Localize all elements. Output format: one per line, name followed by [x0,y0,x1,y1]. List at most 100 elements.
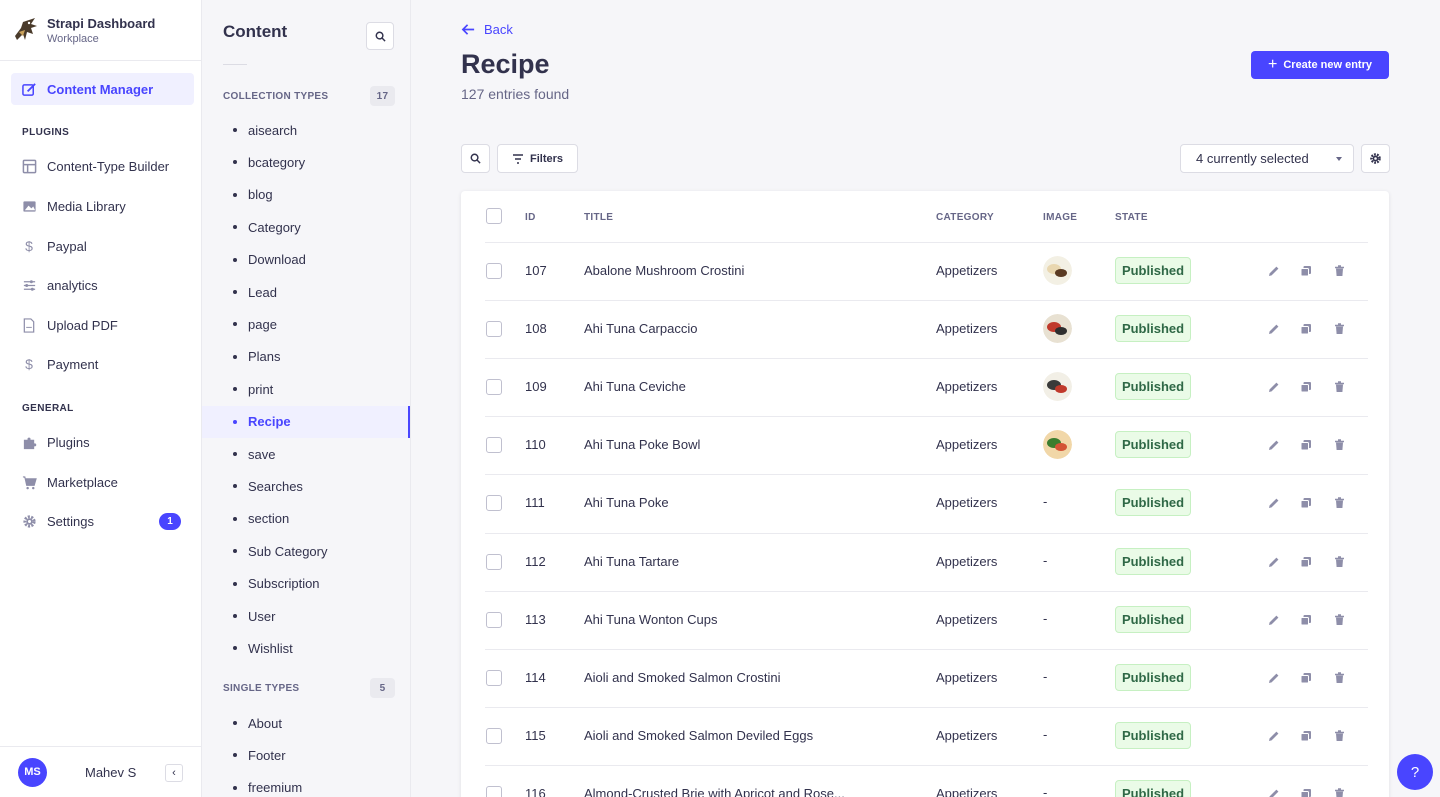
subnav-item-sub-category[interactable]: Sub Category [202,535,410,567]
table-row[interactable]: 107 Abalone Mushroom Crostini Appetizers Pu… [461,242,1389,300]
cell-title: Abalone Mushroom Crostini [584,263,745,278]
row-checkbox[interactable] [486,437,502,454]
subnav-item-category[interactable]: Category [202,211,410,243]
subnav-search-button[interactable] [366,22,394,50]
nav-item-marketplace[interactable]: Marketplace [21,470,191,494]
table-row[interactable]: 113 Ahi Tuna Wonton Cups Appetizers - Publis… [461,590,1389,649]
row-checkbox[interactable] [486,553,502,570]
subnav-item-subscription[interactable]: Subscription [202,568,410,600]
subnav-item-print[interactable]: print [202,373,410,405]
delete-button[interactable] [1332,496,1346,510]
single-types-header[interactable]: SINGLE TYPES 5 [223,678,395,698]
nav-item-plugins[interactable]: Plugins [21,430,191,454]
nav-item-payment[interactable]: $ Payment [21,352,191,376]
subnav-item-plans[interactable]: Plans [202,341,410,373]
subnav-item-aisearch[interactable]: aisearch [202,114,410,146]
avatar[interactable]: MS [18,757,47,787]
table-row[interactable]: 114 Aioli and Smoked Salmon Crostini Appet… [461,648,1389,707]
table-row[interactable]: 116 Almond-Crusted Brie with Apricot and … [461,764,1389,797]
column-header-state[interactable]: STATE [1115,212,1148,223]
edit-button[interactable] [1267,555,1281,569]
duplicate-button[interactable] [1299,264,1313,278]
select-all-checkbox[interactable] [486,208,502,224]
subnav-item-section[interactable]: section [202,503,410,535]
delete-button[interactable] [1332,264,1346,278]
subnav-item-searches[interactable]: Searches [202,470,410,502]
subnav-item-recipe[interactable]: Recipe [202,405,410,438]
table-row[interactable]: 111 Ahi Tuna Poke Appetizers - Published [461,474,1389,532]
table-row[interactable]: 112 Ahi Tuna Tartare Appetizers - Published [461,532,1389,591]
subnav-item-download[interactable]: Download [202,244,410,276]
delete-button[interactable] [1332,671,1346,685]
column-header-title[interactable]: TITLE [584,212,613,223]
duplicate-button[interactable] [1299,729,1313,743]
table-settings-button[interactable] [1361,144,1390,173]
column-header-category[interactable]: CATEGORY [936,212,994,223]
delete-button[interactable] [1332,729,1346,743]
subnav-item-user[interactable]: User [202,600,410,632]
duplicate-button[interactable] [1299,613,1313,627]
subnav-item-page[interactable]: page [202,308,410,340]
duplicate-button[interactable] [1299,496,1313,510]
duplicate-button[interactable] [1299,671,1313,685]
delete-button[interactable] [1332,380,1346,394]
table-row[interactable]: 115 Aioli and Smoked Salmon Deviled Eggs A… [461,706,1389,765]
delete-button[interactable] [1332,555,1346,569]
edit-button[interactable] [1267,438,1281,452]
subnav-item-bcategory[interactable]: bcategory [202,146,410,178]
edit-button[interactable] [1267,671,1281,685]
delete-button[interactable] [1332,438,1346,452]
subnav-item-save[interactable]: save [202,438,410,470]
row-checkbox[interactable] [486,321,502,338]
table-row[interactable]: 108 Ahi Tuna Carpaccio Appetizers Published [461,300,1389,358]
user-name[interactable]: Mahev S [85,765,136,780]
row-checkbox[interactable] [486,785,502,797]
duplicate-button[interactable] [1299,787,1313,797]
edit-button[interactable] [1267,496,1281,510]
row-checkbox[interactable] [486,727,502,744]
filters-button[interactable]: Filters [497,144,578,173]
table-row[interactable]: 110 Ahi Tuna Poke Bowl Appetizers Published [461,416,1389,474]
nav-item-paypal[interactable]: $ Paypal [21,234,191,258]
subnav-item-footer[interactable]: Footer [202,739,410,771]
row-checkbox[interactable] [486,379,502,396]
subnav-item-about[interactable]: About [202,707,410,739]
duplicate-button[interactable] [1299,322,1313,336]
nav-item-upload-pdf[interactable]: Upload PDF [21,313,191,337]
row-checkbox[interactable] [486,669,502,686]
row-checkbox[interactable] [486,611,502,628]
subnav-item-lead[interactable]: Lead [202,276,410,308]
create-new-entry-button[interactable]: + Create new entry [1251,51,1389,79]
duplicate-button[interactable] [1299,555,1313,569]
edit-button[interactable] [1267,322,1281,336]
subnav-item-blog[interactable]: blog [202,179,410,211]
row-checkbox[interactable] [486,495,502,512]
edit-button[interactable] [1267,787,1281,797]
nav-item-content-type-builder[interactable]: Content-Type Builder [21,154,191,178]
delete-button[interactable] [1332,322,1346,336]
nav-item-settings[interactable]: Settings 1 [21,509,191,533]
back-link[interactable]: Back [461,22,513,37]
row-checkbox[interactable] [486,263,502,279]
edit-button[interactable] [1267,380,1281,394]
help-button[interactable]: ? [1397,754,1433,790]
edit-button[interactable] [1267,729,1281,743]
nav-item-analytics[interactable]: analytics [21,273,191,297]
nav-item-content-manager[interactable]: Content Manager [11,73,194,105]
duplicate-button[interactable] [1299,380,1313,394]
edit-button[interactable] [1267,613,1281,627]
edit-button[interactable] [1267,264,1281,278]
delete-button[interactable] [1332,613,1346,627]
cell-title: Ahi Tuna Carpaccio [584,321,698,337]
collection-types-header[interactable]: COLLECTION TYPES 17 [223,86,395,106]
displayed-columns-select[interactable]: 4 currently selected [1180,144,1354,173]
table-row[interactable]: 109 Ahi Tuna Ceviche Appetizers Published [461,358,1389,416]
column-header-id[interactable]: ID [525,212,536,223]
subnav-item-freemium[interactable]: freemium [202,772,410,797]
delete-button[interactable] [1332,787,1346,797]
table-search-button[interactable] [461,144,490,173]
duplicate-button[interactable] [1299,438,1313,452]
collapse-nav-button[interactable]: ‹ [165,764,183,782]
nav-item-media-library[interactable]: Media Library [21,194,191,218]
subnav-item-wishlist[interactable]: Wishlist [202,632,410,664]
